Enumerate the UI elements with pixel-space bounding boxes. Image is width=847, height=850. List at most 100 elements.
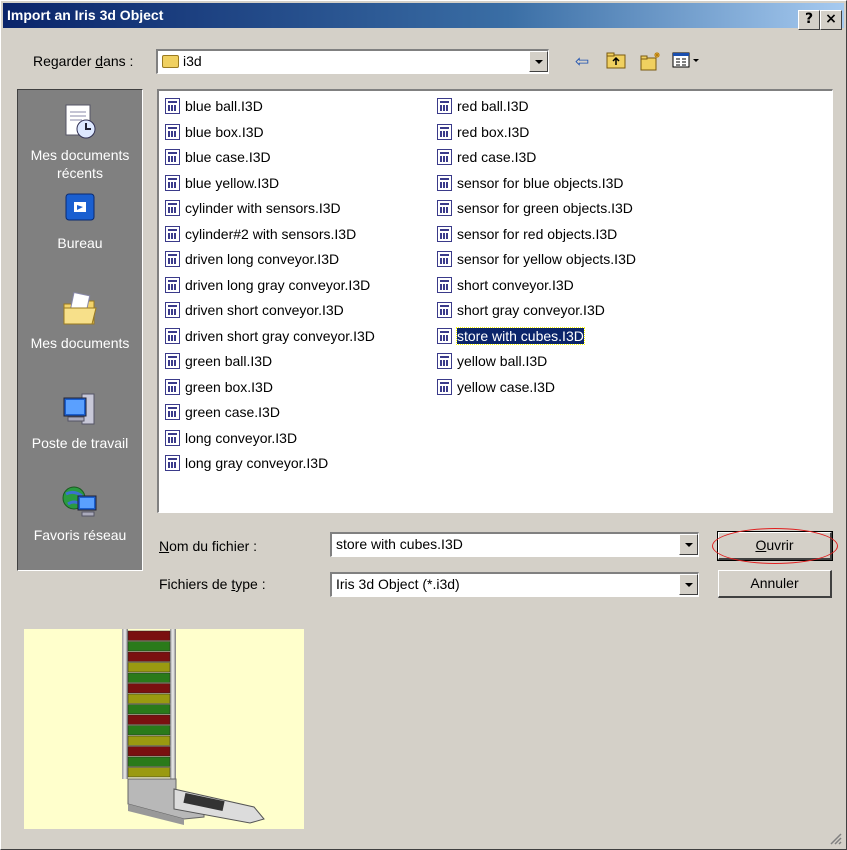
filename-input[interactable]: store with cubes.I3D bbox=[330, 532, 699, 557]
i3d-file-icon bbox=[165, 276, 180, 293]
chevron-down-icon[interactable] bbox=[679, 534, 698, 555]
i3d-file-icon bbox=[165, 353, 180, 369]
file-item[interactable]: blue ball.I3D bbox=[161, 94, 375, 120]
i3d-file-icon bbox=[437, 98, 452, 114]
file-item[interactable]: green ball.I3D bbox=[161, 349, 375, 375]
filetype-select[interactable]: Iris 3d Object (*.i3d) bbox=[330, 572, 699, 597]
file-item[interactable]: driven long conveyor.I3D bbox=[161, 247, 375, 273]
file-item[interactable]: short conveyor.I3D bbox=[433, 273, 636, 299]
file-item[interactable]: green case.I3D bbox=[161, 400, 375, 426]
file-name: short gray conveyor.I3D bbox=[457, 302, 605, 318]
place-my-computer[interactable]: Poste de travail bbox=[18, 390, 142, 452]
preview-pane bbox=[24, 629, 304, 829]
place-recent[interactable]: Mes documents récents bbox=[18, 102, 142, 182]
title-bar: Import an Iris 3d Object bbox=[3, 3, 844, 28]
view-menu-icon[interactable] bbox=[671, 51, 707, 73]
file-item[interactable]: sensor for yellow objects.I3D bbox=[433, 247, 636, 273]
chevron-down-icon[interactable] bbox=[529, 51, 548, 72]
filename-value: store with cubes.I3D bbox=[336, 536, 463, 552]
file-name: driven short conveyor.I3D bbox=[185, 302, 344, 318]
file-item[interactable]: blue case.I3D bbox=[161, 145, 375, 171]
file-item[interactable]: blue yellow.I3D bbox=[161, 171, 375, 197]
filename-label: Nom du fichier : bbox=[159, 538, 258, 554]
file-name: long conveyor.I3D bbox=[185, 429, 298, 446]
i3d-file-icon bbox=[165, 327, 180, 344]
lookin-value: i3d bbox=[183, 53, 202, 69]
file-item[interactable]: green box.I3D bbox=[161, 375, 375, 401]
file-name: long gray conveyor.I3D bbox=[185, 455, 329, 471]
file-name: red case.I3D bbox=[457, 149, 537, 165]
i3d-file-icon bbox=[437, 353, 452, 369]
place-desktop[interactable]: Bureau bbox=[18, 190, 142, 252]
file-item[interactable]: long conveyor.I3D bbox=[161, 426, 375, 452]
i3d-file-icon bbox=[165, 200, 180, 216]
file-name: store with cubes.I3D bbox=[456, 326, 585, 345]
desktop-icon bbox=[60, 190, 100, 230]
cancel-button[interactable]: Annuler bbox=[718, 570, 832, 598]
file-name: red box.I3D bbox=[457, 123, 530, 140]
file-item[interactable]: store with cubes.I3D bbox=[433, 324, 636, 350]
highlight-ellipse bbox=[712, 528, 838, 564]
file-name: driven long conveyor.I3D bbox=[185, 251, 340, 267]
i3d-file-icon bbox=[437, 149, 452, 165]
file-column-2: red ball.I3D red box.I3D red case.I3D senso… bbox=[433, 94, 636, 400]
i3d-file-icon bbox=[165, 98, 180, 114]
back-arrow-icon[interactable]: ⇦ bbox=[570, 51, 594, 73]
file-name: sensor for green objects.I3D bbox=[457, 200, 633, 216]
i3d-file-icon bbox=[437, 327, 452, 344]
folder-icon bbox=[162, 55, 179, 68]
file-item[interactable]: sensor for blue objects.I3D bbox=[433, 171, 636, 197]
file-name: green box.I3D bbox=[185, 378, 273, 395]
file-name: cylinder with sensors.I3D bbox=[185, 200, 341, 216]
file-name: driven short gray conveyor.I3D bbox=[185, 327, 375, 344]
file-item[interactable]: yellow case.I3D bbox=[433, 375, 636, 401]
places-bar: Mes documents récents Bureau Mes documen… bbox=[17, 89, 143, 571]
file-item[interactable]: sensor for green objects.I3D bbox=[433, 196, 636, 222]
file-item[interactable]: long gray conveyor.I3D bbox=[161, 451, 375, 477]
file-name: short conveyor.I3D bbox=[457, 276, 574, 293]
i3d-file-icon bbox=[165, 149, 180, 165]
file-item[interactable]: driven short gray conveyor.I3D bbox=[161, 324, 375, 350]
new-folder-icon[interactable] bbox=[639, 51, 663, 73]
file-item[interactable]: red box.I3D bbox=[433, 120, 636, 146]
i3d-file-icon bbox=[165, 123, 180, 140]
i3d-file-icon bbox=[165, 302, 180, 318]
i3d-file-icon bbox=[437, 378, 452, 395]
file-item[interactable]: short gray conveyor.I3D bbox=[433, 298, 636, 324]
lookin-label: Regarder dans : bbox=[33, 53, 134, 69]
file-item[interactable]: cylinder#2 with sensors.I3D bbox=[161, 222, 375, 248]
my-documents-icon bbox=[60, 290, 100, 330]
network-places-icon bbox=[60, 482, 100, 522]
window-title: Import an Iris 3d Object bbox=[7, 7, 164, 23]
close-button[interactable]: × bbox=[820, 10, 842, 30]
i3d-file-icon bbox=[437, 225, 452, 242]
help-button[interactable]: ? bbox=[798, 10, 820, 30]
i3d-file-icon bbox=[165, 455, 180, 471]
lookin-combo[interactable]: i3d bbox=[156, 49, 549, 74]
file-item[interactable]: driven short conveyor.I3D bbox=[161, 298, 375, 324]
place-my-documents[interactable]: Mes documents bbox=[18, 290, 142, 352]
file-list[interactable]: blue ball.I3D blue box.I3D blue case.I3D bl… bbox=[157, 89, 833, 513]
place-network[interactable]: Favoris réseau bbox=[18, 482, 142, 544]
filetype-value: Iris 3d Object (*.i3d) bbox=[336, 576, 460, 592]
preview-image bbox=[122, 629, 265, 825]
recent-documents-icon bbox=[60, 102, 100, 142]
resize-grip-icon[interactable] bbox=[828, 831, 842, 845]
file-name: green case.I3D bbox=[185, 404, 280, 420]
file-name: sensor for yellow objects.I3D bbox=[457, 251, 636, 267]
i3d-file-icon bbox=[165, 174, 180, 191]
file-item[interactable]: sensor for red objects.I3D bbox=[433, 222, 636, 248]
file-item[interactable]: red ball.I3D bbox=[433, 94, 636, 120]
file-item[interactable]: cylinder with sensors.I3D bbox=[161, 196, 375, 222]
file-name: driven long gray conveyor.I3D bbox=[185, 276, 371, 293]
file-item[interactable]: red case.I3D bbox=[433, 145, 636, 171]
file-item[interactable]: yellow ball.I3D bbox=[433, 349, 636, 375]
filetype-label: Fichiers de type : bbox=[159, 576, 266, 592]
file-item[interactable]: blue box.I3D bbox=[161, 120, 375, 146]
chevron-down-icon[interactable] bbox=[679, 574, 698, 595]
my-computer-icon bbox=[60, 390, 100, 430]
i3d-file-icon bbox=[165, 404, 180, 420]
up-folder-icon[interactable] bbox=[604, 51, 628, 73]
file-item[interactable]: driven long gray conveyor.I3D bbox=[161, 273, 375, 299]
i3d-file-icon bbox=[165, 429, 180, 446]
